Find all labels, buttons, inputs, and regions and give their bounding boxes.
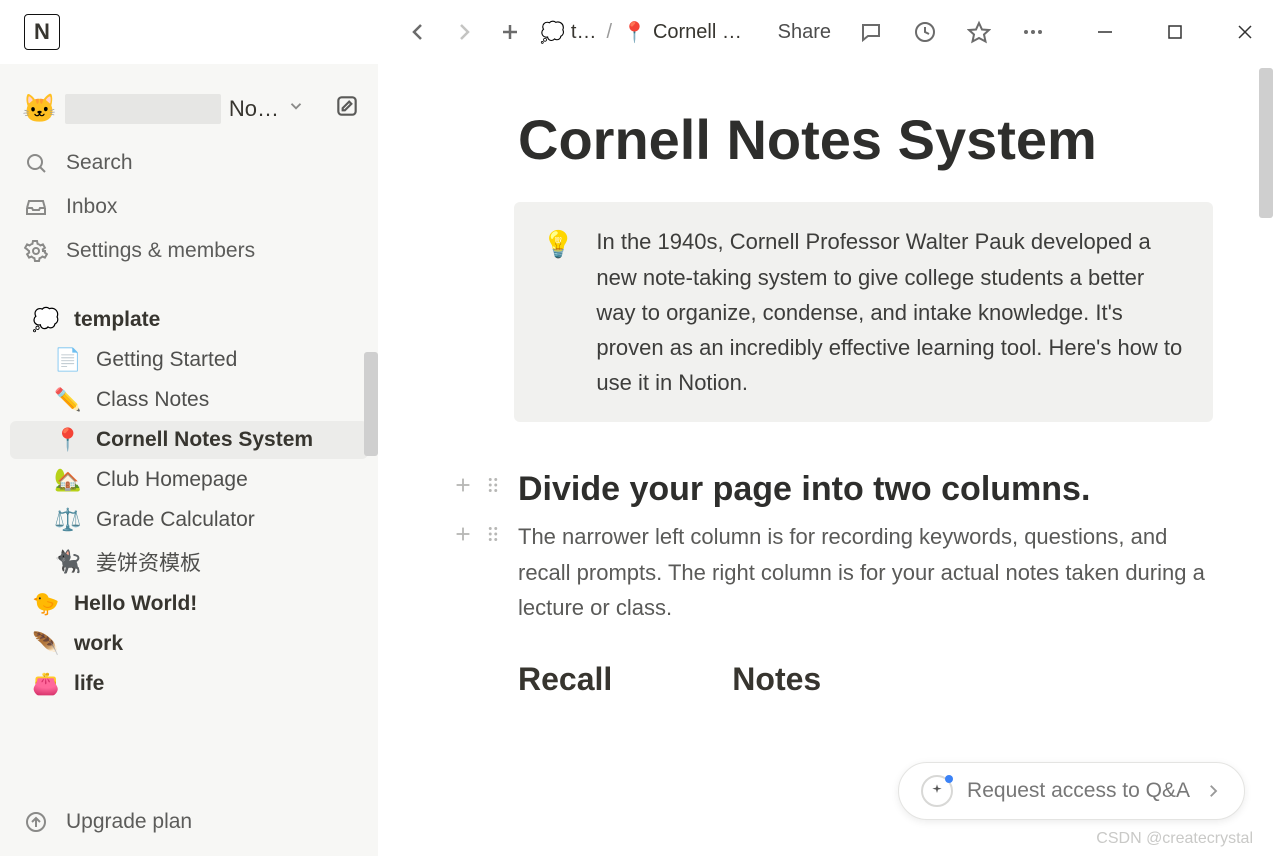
sidebar-search[interactable]: Search: [0, 141, 378, 185]
feather-icon: 🪶: [32, 631, 60, 657]
back-button[interactable]: [404, 18, 432, 46]
updates-button[interactable]: [911, 18, 939, 46]
sidebar-page-item[interactable]: 👛 life: [10, 665, 368, 703]
thought-balloon-icon: 💭: [540, 20, 565, 45]
page-icon: 📄: [54, 347, 82, 373]
favorite-button[interactable]: [965, 18, 993, 46]
round-pushpin-icon: 📍: [622, 20, 647, 45]
topbar: N 💭 t… / 📍 Cornell … Share: [0, 0, 1273, 64]
sidebar-page-item[interactable]: 🐈‍⬛ 姜饼资模板: [10, 541, 368, 583]
comments-button[interactable]: [857, 18, 885, 46]
sidebar-page-label: Cornell Notes System: [96, 428, 313, 452]
sidebar-upgrade-label: Upgrade plan: [66, 810, 192, 834]
sidebar-settings-label: Settings & members: [66, 239, 255, 263]
qa-request-button[interactable]: Request access to Q&A: [898, 762, 1245, 820]
sidebar-page-label: Grade Calculator: [96, 508, 255, 532]
sidebar-inbox[interactable]: Inbox: [0, 185, 378, 229]
thought-balloon-icon: 💭: [32, 307, 60, 333]
inbox-icon: [22, 193, 50, 221]
sidebar-page-label: Getting Started: [96, 348, 237, 372]
sidebar-page-item[interactable]: 💭 template: [10, 301, 368, 339]
app-logo: N: [24, 14, 60, 50]
gear-icon: [22, 237, 50, 265]
house-garden-icon: 🏡: [54, 467, 82, 493]
search-icon: [22, 149, 50, 177]
workspace-suffix: No…: [229, 96, 279, 122]
breadcrumb-root-label: t…: [571, 21, 597, 44]
page-title[interactable]: Cornell Notes System: [518, 108, 1213, 172]
add-block-button[interactable]: [452, 523, 474, 550]
sidebar-page-label: Hello World!: [74, 592, 197, 616]
window-minimize[interactable]: [1091, 18, 1119, 46]
breadcrumb-root[interactable]: 💭 t…: [540, 20, 596, 45]
chevron-right-icon: [1204, 782, 1222, 800]
new-tab-button[interactable]: [496, 18, 524, 46]
forward-button[interactable]: [450, 18, 478, 46]
add-block-button[interactable]: [452, 474, 474, 501]
section-body[interactable]: The narrower left column is for recordin…: [518, 519, 1213, 625]
breadcrumb: 💭 t… / 📍 Cornell …: [540, 20, 742, 45]
sidebar-page-item[interactable]: 🪶 work: [10, 625, 368, 663]
drag-handle[interactable]: [482, 523, 504, 550]
nav-history: [404, 18, 524, 46]
new-page-button[interactable]: [334, 93, 360, 124]
black-cat-icon: 🐈‍⬛: [54, 549, 82, 575]
sidebar-page-item[interactable]: ✏️ Class Notes: [10, 381, 368, 419]
sparkle-icon: [921, 775, 953, 807]
qa-request-label: Request access to Q&A: [967, 779, 1190, 803]
section-heading[interactable]: Divide your page into two columns.: [518, 470, 1213, 509]
sidebar-scrollbar[interactable]: [364, 352, 378, 456]
sidebar-settings[interactable]: Settings & members: [0, 229, 378, 273]
sidebar-page-item[interactable]: 🏡 Club Homepage: [10, 461, 368, 499]
breadcrumb-page[interactable]: 📍 Cornell …: [622, 20, 742, 45]
more-button[interactable]: [1019, 18, 1047, 46]
window-close[interactable]: [1231, 18, 1259, 46]
cat-face-icon: 🐱: [22, 92, 57, 125]
sidebar-page-label: Club Homepage: [96, 468, 248, 492]
sidebar-page-list: 💭 template 📄 Getting Started ✏️ Class Notes 📍 C…: [0, 299, 378, 705]
round-pushpin-icon: 📍: [54, 427, 82, 453]
upgrade-icon: [22, 808, 50, 836]
two-column-block[interactable]: Recall Notes: [518, 661, 1213, 698]
column-recall-heading[interactable]: Recall: [518, 661, 612, 698]
sidebar-page-label: template: [74, 308, 160, 332]
chevron-down-icon: [287, 97, 305, 120]
share-button[interactable]: Share: [778, 21, 831, 44]
callout-block[interactable]: 💡 In the 1940s, Cornell Professor Walter…: [514, 202, 1213, 422]
breadcrumb-separator: /: [606, 21, 612, 44]
drag-handle[interactable]: [482, 474, 504, 501]
scales-icon: ⚖️: [54, 507, 82, 533]
callout-text: In the 1940s, Cornell Professor Walter P…: [596, 224, 1185, 400]
sidebar: 🐱 No… Search Inbox Settings & members 💭 t…: [0, 64, 378, 856]
sidebar-inbox-label: Inbox: [66, 195, 117, 219]
sidebar-search-label: Search: [66, 151, 133, 175]
sidebar-page-item[interactable]: ⚖️ Grade Calculator: [10, 501, 368, 539]
watermark: CSDN @createcrystal: [1096, 830, 1253, 848]
main-scrollbar[interactable]: [1259, 68, 1273, 218]
sidebar-page-label: life: [74, 672, 104, 696]
workspace-name-redacted: [65, 94, 221, 124]
sidebar-page-item[interactable]: 🐤 Hello World!: [10, 585, 368, 623]
sidebar-page-label: 姜饼资模板: [96, 547, 201, 577]
workspace-switcher[interactable]: 🐱 No…: [0, 92, 378, 141]
lightbulb-icon: 💡: [542, 224, 574, 400]
baby-chick-icon: 🐤: [32, 591, 60, 617]
sidebar-page-item[interactable]: 📍 Cornell Notes System: [10, 421, 368, 459]
sidebar-page-label: work: [74, 632, 123, 656]
pencil-icon: ✏️: [54, 387, 82, 413]
window-maximize[interactable]: [1161, 18, 1189, 46]
sidebar-page-item[interactable]: 📄 Getting Started: [10, 341, 368, 379]
purse-icon: 👛: [32, 671, 60, 697]
main-content: Cornell Notes System 💡 In the 1940s, Cor…: [378, 64, 1273, 856]
sidebar-page-label: Class Notes: [96, 388, 209, 412]
sidebar-upgrade[interactable]: Upgrade plan: [0, 800, 378, 844]
breadcrumb-page-label: Cornell …: [653, 21, 742, 44]
column-notes-heading[interactable]: Notes: [732, 661, 821, 698]
